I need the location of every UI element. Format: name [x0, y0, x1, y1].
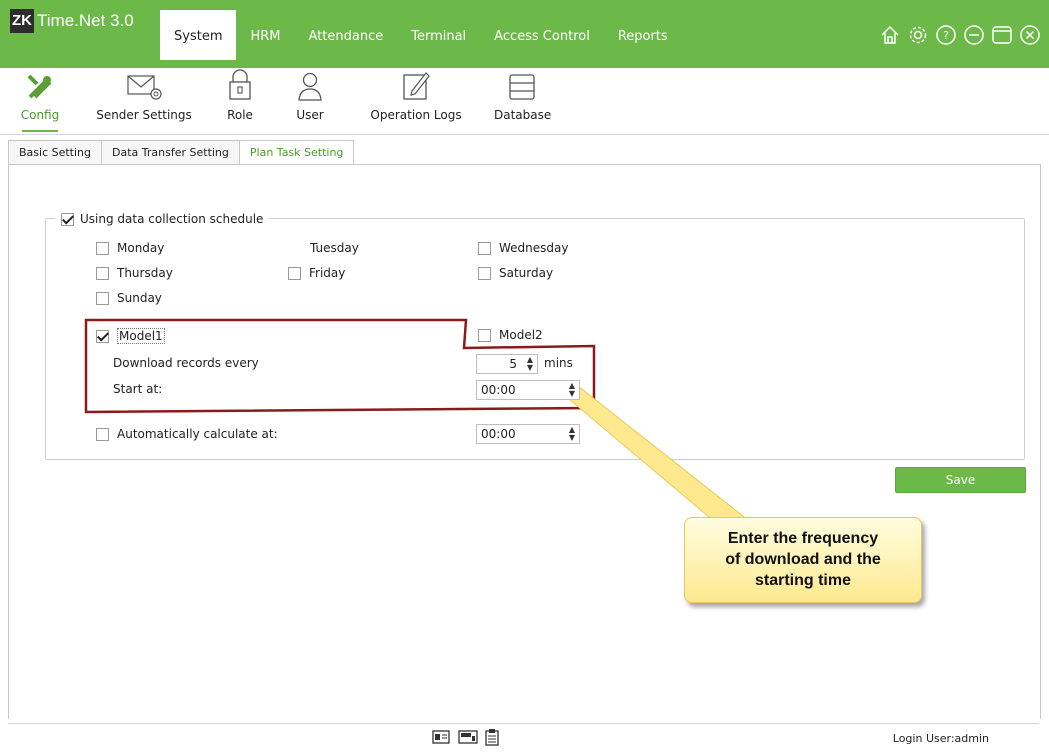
- download-label: Download records every: [113, 356, 259, 370]
- start-time-field[interactable]: 00:00 ▲ ▼: [476, 380, 580, 400]
- save-button[interactable]: Save: [895, 467, 1026, 493]
- model2-checkbox[interactable]: [478, 328, 491, 342]
- download-unit-row: mins: [544, 356, 573, 370]
- model1-checkbox[interactable]: [96, 329, 109, 343]
- start-label-row: Start at:: [113, 382, 162, 396]
- start-time-value: 00:00: [481, 383, 516, 397]
- auto-calc-time-field[interactable]: 00:00 ▲ ▼: [476, 424, 580, 444]
- spinner-arrows-icon[interactable]: ▲ ▼: [527, 356, 533, 372]
- auto-calc-time-value: 00:00: [481, 427, 516, 441]
- status-bar: Login User:admin: [8, 723, 1039, 752]
- clipboard-icon[interactable]: [484, 728, 500, 749]
- id-card-icon[interactable]: [432, 728, 450, 749]
- model2-option: Model2: [478, 328, 543, 342]
- start-label: Start at:: [113, 382, 163, 396]
- auto-calc-option: Automatically calculate at:: [96, 427, 278, 441]
- spinner-arrows-icon[interactable]: ▲ ▼: [569, 382, 575, 398]
- callout-line-1: Enter the frequency: [727, 530, 879, 547]
- model1-option: Model1: [96, 328, 165, 344]
- model2-label: Model2: [499, 328, 543, 342]
- download-unit: mins: [544, 356, 573, 370]
- auto-calc-checkbox[interactable]: [96, 427, 109, 441]
- spinner-arrows-icon[interactable]: ▲ ▼: [569, 426, 575, 442]
- callout-line-3: starting time: [754, 572, 851, 589]
- download-interval-stepper[interactable]: 5 ▲ ▼: [476, 354, 538, 374]
- download-interval-value: 5: [509, 357, 517, 371]
- auto-calc-label: Automatically calculate at:: [117, 427, 278, 441]
- login-user: Login User:admin: [892, 732, 989, 745]
- download-label-row: Download records every: [113, 356, 259, 370]
- annotation-outline: [84, 318, 750, 529]
- model1-label: Model1: [117, 328, 165, 344]
- callout-line-2: of download and the: [725, 551, 881, 568]
- instruction-callout: Enter the frequency of download and the …: [684, 517, 922, 603]
- terminal-device-icon[interactable]: [458, 728, 478, 749]
- callout-pointer: [554, 385, 750, 529]
